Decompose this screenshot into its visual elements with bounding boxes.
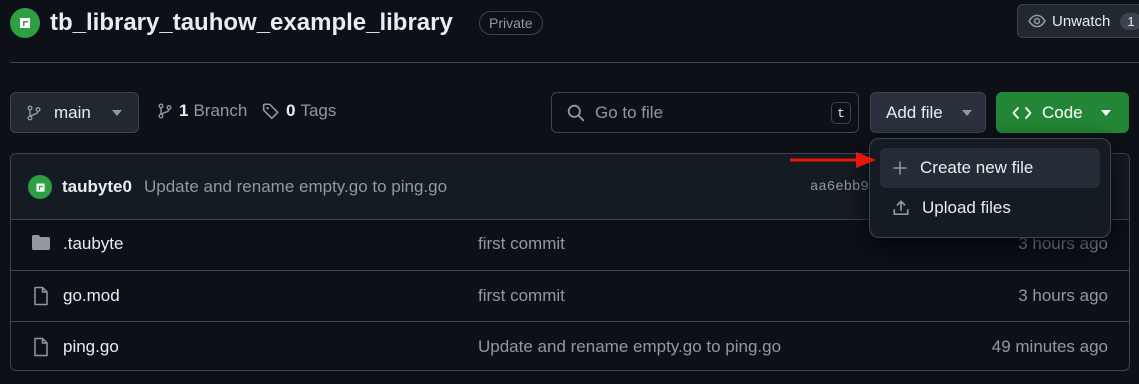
taubyte-logo-icon bbox=[20, 18, 30, 28]
plus-icon bbox=[893, 161, 907, 175]
tag-icon bbox=[262, 103, 279, 120]
file-icon bbox=[34, 286, 48, 306]
file-commit-message[interactable]: first commit bbox=[478, 286, 565, 306]
commit-author-avatar[interactable] bbox=[28, 175, 52, 199]
add-file-menu: Create new file Upload files bbox=[869, 138, 1111, 238]
code-button[interactable]: Code bbox=[996, 92, 1129, 133]
file-commit-message[interactable]: Update and rename empty.go to ping.go bbox=[478, 337, 781, 357]
upload-icon bbox=[893, 200, 909, 216]
caret-down-icon bbox=[112, 109, 122, 116]
repo-title[interactable]: tb_library_tauhow_example_library bbox=[50, 8, 453, 38]
search-icon bbox=[567, 104, 585, 121]
visibility-badge: Private bbox=[479, 11, 543, 35]
tags-link[interactable]: 0 Tags bbox=[262, 101, 336, 121]
git-branch-icon bbox=[27, 105, 41, 120]
commit-message[interactable]: Update and rename empty.go to ping.go bbox=[144, 177, 447, 197]
unwatch-label: Unwatch bbox=[1052, 12, 1111, 30]
header-divider bbox=[10, 62, 1139, 63]
file-commit-message[interactable]: first commit bbox=[478, 234, 565, 254]
go-to-file-input[interactable]: Go to file t bbox=[551, 92, 859, 133]
go-to-file-placeholder: Go to file bbox=[595, 102, 664, 122]
watch-count: 1 bbox=[1120, 12, 1139, 30]
table-row[interactable]: ping.go Update and rename empty.go to pi… bbox=[11, 321, 1129, 370]
file-commit-time: 49 minutes ago bbox=[991, 337, 1108, 356]
table-row[interactable]: go.mod first commit 3 hours ago bbox=[11, 270, 1129, 321]
caret-down-icon bbox=[1101, 109, 1111, 116]
menu-item-create-new-file[interactable]: Create new file bbox=[880, 148, 1100, 188]
menu-item-label: Upload files bbox=[922, 198, 1011, 217]
file-name[interactable]: go.mod bbox=[63, 286, 120, 306]
commit-hash[interactable]: aa6ebb9 bbox=[810, 179, 869, 195]
caret-down-icon bbox=[962, 109, 972, 116]
tag-count-label: Tags bbox=[300, 101, 337, 120]
file-name[interactable]: .taubyte bbox=[63, 234, 124, 254]
branch-count-label: Branch bbox=[193, 101, 248, 120]
annotation-arrow bbox=[790, 152, 876, 168]
tag-count: 0 bbox=[286, 101, 296, 120]
branches-link[interactable]: 1 Branch bbox=[157, 101, 247, 121]
folder-icon bbox=[32, 235, 50, 250]
commit-author[interactable]: taubyte0 bbox=[62, 177, 132, 197]
git-branch-icon bbox=[158, 103, 172, 119]
add-file-button[interactable]: Add file bbox=[870, 92, 986, 133]
unwatch-button[interactable]: Unwatch 1 bbox=[1017, 4, 1139, 38]
add-file-label: Add file bbox=[886, 102, 943, 122]
code-icon bbox=[1012, 106, 1032, 119]
branch-count: 1 bbox=[179, 101, 189, 120]
keyboard-shortcut-hint: t bbox=[831, 102, 851, 124]
file-name[interactable]: ping.go bbox=[63, 337, 119, 357]
menu-item-upload-files[interactable]: Upload files bbox=[880, 188, 1100, 228]
file-commit-time: 3 hours ago bbox=[1018, 286, 1108, 305]
branch-name: main bbox=[54, 102, 91, 122]
repo-avatar[interactable] bbox=[10, 8, 40, 38]
file-icon bbox=[34, 337, 48, 357]
taubyte-logo-icon bbox=[35, 182, 45, 192]
eye-icon bbox=[1028, 14, 1046, 28]
branch-selector-button[interactable]: main bbox=[10, 92, 139, 133]
menu-item-label: Create new file bbox=[920, 158, 1034, 177]
code-label: Code bbox=[1042, 102, 1083, 122]
